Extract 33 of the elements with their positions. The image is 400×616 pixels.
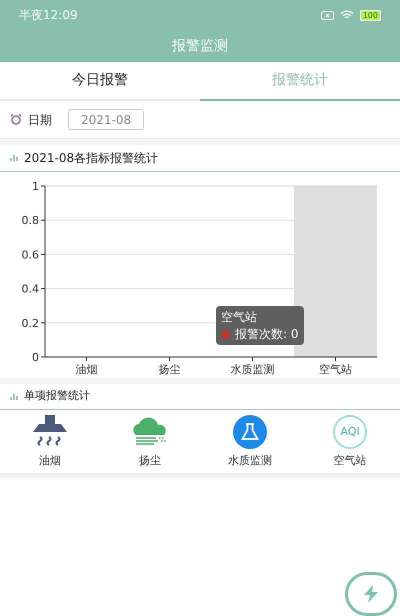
flash-button[interactable] [345, 572, 397, 616]
lightning-icon [361, 584, 381, 604]
x-tick-label: 水质监测 [230, 363, 274, 376]
y-tick-label: 0 [32, 351, 39, 364]
tooltip-title: 空气站 [221, 309, 258, 325]
status-time: 半夜12:09 [19, 7, 78, 24]
sim-icon [320, 10, 334, 20]
category-button[interactable]: AQI 空气站 [300, 410, 400, 473]
bar-chart-icon [10, 155, 18, 161]
y-tick-label: 1 [32, 180, 39, 193]
battery-icon: 100 [360, 10, 381, 20]
x-tick-label: 空气站 [319, 363, 352, 376]
x-tick-label: 油烟 [76, 363, 98, 376]
section-title: 2021-08各指标报警统计 [24, 150, 158, 167]
bar-chart-icon [10, 394, 18, 400]
page-title: 报警监测 [172, 36, 228, 56]
date-field[interactable]: 2021-08 [68, 109, 144, 130]
date-label: 日期 [28, 112, 52, 128]
tab[interactable]: 今日报警 [0, 62, 200, 101]
section-title: 单项报警统计 [24, 388, 90, 404]
category-button[interactable]: 水质监测 [200, 410, 300, 473]
y-tick-label: 0.2 [22, 316, 39, 330]
category-button[interactable]: 扬尘 [100, 410, 200, 473]
x-tick-label: 扬尘 [158, 363, 180, 376]
y-tick-label: 0.8 [22, 214, 39, 228]
wifi-icon [340, 10, 354, 20]
y-tick-label: 0.6 [22, 248, 39, 262]
tooltip-value: 报警次数: 0 [235, 326, 298, 342]
category-button[interactable]: 油烟 [0, 410, 100, 473]
alarm-clock-icon [10, 114, 22, 125]
y-tick-label: 0.4 [22, 282, 39, 296]
flask-icon [233, 414, 267, 449]
aqi-icon: AQI [333, 414, 367, 449]
